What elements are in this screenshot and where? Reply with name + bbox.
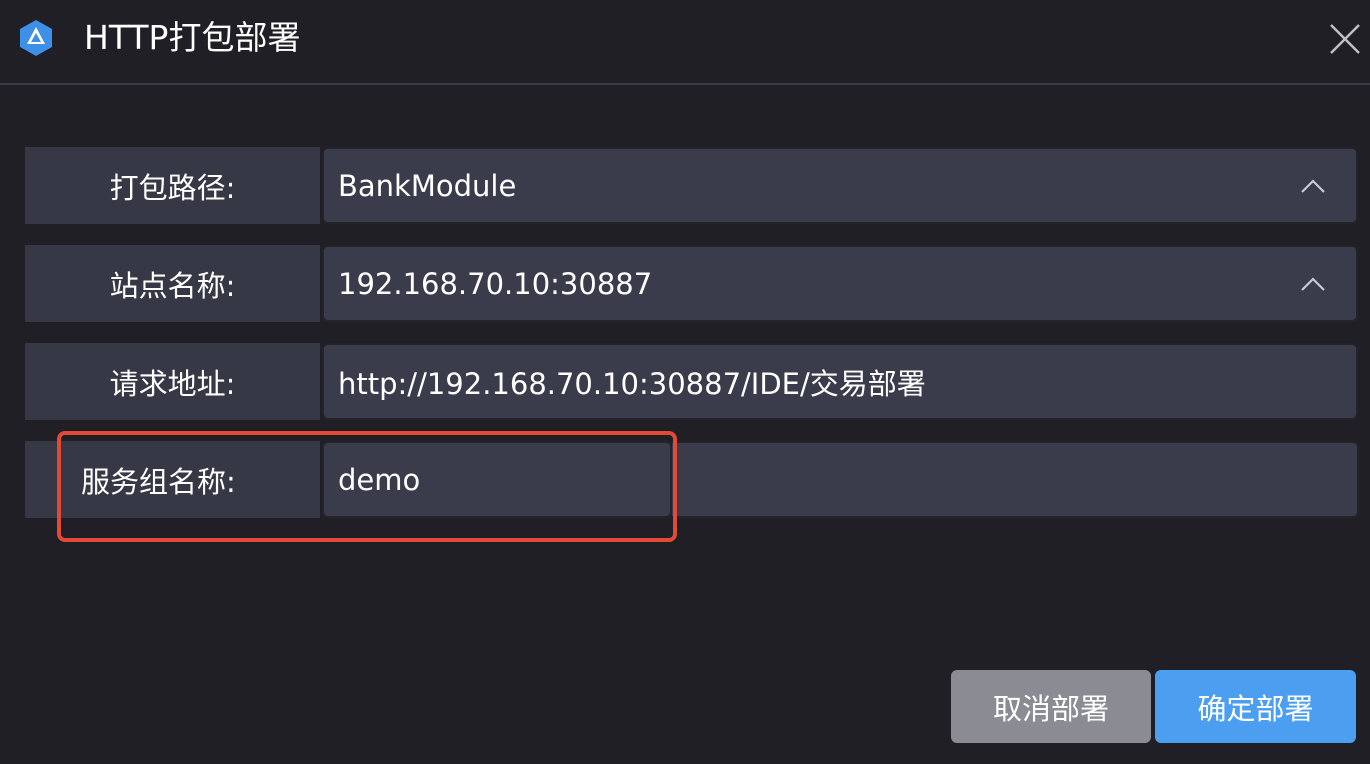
chevron-up-icon[interactable] <box>1298 175 1328 197</box>
service-group-label: 服务组名称: <box>25 441 320 518</box>
request-url-label: 请求地址: <box>25 343 320 420</box>
app-logo-icon <box>20 20 52 56</box>
site-name-label: 站点名称: <box>25 245 320 322</box>
site-name-value: 192.168.70.10:30887 <box>338 266 653 301</box>
service-group-input[interactable]: demo <box>322 441 672 518</box>
package-path-label: 打包路径: <box>25 147 320 224</box>
service-group-row: 服务组名称: demo <box>25 441 1359 518</box>
chevron-up-icon[interactable] <box>1298 273 1328 295</box>
dialog-titlebar: HTTP打包部署 <box>0 0 1370 85</box>
site-name-select[interactable]: 192.168.70.10:30887 <box>322 245 1358 322</box>
cancel-deploy-button[interactable]: 取消部署 <box>951 670 1151 743</box>
service-group-row-fill <box>672 441 1359 518</box>
dialog-title: HTTP打包部署 <box>84 18 301 57</box>
request-url-value: http://192.168.70.10:30887/IDE/交易部署 <box>338 366 926 401</box>
site-name-row: 站点名称: 192.168.70.10:30887 <box>25 245 1359 322</box>
request-url-field[interactable]: http://192.168.70.10:30887/IDE/交易部署 <box>322 343 1358 420</box>
package-path-select[interactable]: BankModule <box>322 147 1358 224</box>
confirm-deploy-button[interactable]: 确定部署 <box>1155 670 1356 743</box>
close-icon[interactable] <box>1328 22 1362 56</box>
package-path-row: 打包路径: BankModule <box>25 147 1359 224</box>
service-group-value: demo <box>338 462 421 497</box>
package-path-value: BankModule <box>338 168 517 203</box>
request-url-row: 请求地址: http://192.168.70.10:30887/IDE/交易部… <box>25 343 1359 420</box>
